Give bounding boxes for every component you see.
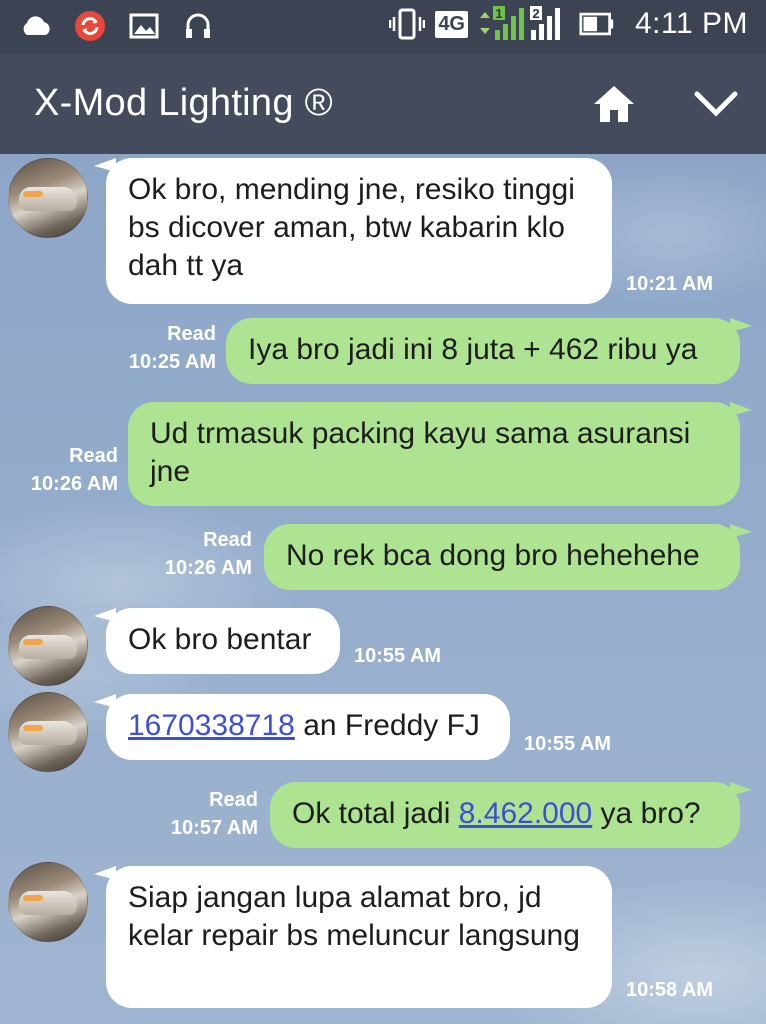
avatar[interactable] xyxy=(8,862,88,942)
message-text: Ud trmasuk packing kayu sama asuransi jn… xyxy=(150,417,691,488)
menu-expand-button[interactable] xyxy=(688,80,744,128)
message-bubble-outgoing[interactable]: Iya bro jadi ini 8 juta + 462 ribu ya xyxy=(226,318,740,384)
message-bubble-incoming[interactable]: Ok bro, mending jne, resiko tinggi bs di… xyxy=(106,158,612,304)
message-time: 10:55 AM xyxy=(354,645,442,667)
svg-text:2: 2 xyxy=(532,6,539,21)
vibrate-icon xyxy=(389,6,426,42)
message-time: 10:57 AM xyxy=(170,817,258,839)
cloud-icon xyxy=(18,8,54,44)
message-bubble-outgoing[interactable]: Ok total jadi 8.462.000 ya bro? xyxy=(270,782,740,848)
message-text: Siap jangan lupa alamat bro, jd kelar re… xyxy=(128,881,580,952)
chat-header: X-Mod Lighting ® xyxy=(0,54,766,154)
sync-icon xyxy=(72,8,108,44)
chat-title[interactable]: X-Mod Lighting ® xyxy=(34,82,333,125)
message-text: Ok bro bentar xyxy=(128,623,312,656)
battery-icon xyxy=(579,6,615,42)
status-bar: 4G 1 2 4:11 PM xyxy=(0,0,766,54)
message-text: Ok total jadi xyxy=(292,797,459,830)
read-status: Read xyxy=(69,445,118,467)
home-icon xyxy=(594,86,634,122)
image-icon xyxy=(126,8,162,44)
svg-text:1: 1 xyxy=(495,6,502,21)
notification-icons xyxy=(18,8,216,44)
home-button[interactable] xyxy=(588,80,640,128)
avatar[interactable] xyxy=(8,606,88,686)
message-time: 10:26 AM xyxy=(164,557,252,579)
message-text: an Freddy FJ xyxy=(294,709,480,742)
read-status: Read xyxy=(203,529,252,551)
message-time: 10:26 AM xyxy=(30,473,118,495)
message-meta: Read 10:57 AM xyxy=(171,786,258,842)
message-bubble-outgoing[interactable]: Ud trmasuk packing kayu sama asuransi jn… xyxy=(128,402,740,506)
message-text: Iya bro jadi ini 8 juta + 462 ribu ya xyxy=(248,333,698,366)
network-type: 4G xyxy=(435,10,468,38)
message-text: No rek bca dong bro hehehehe xyxy=(286,539,700,572)
headset-icon xyxy=(180,8,216,44)
message-time: 10:25 AM xyxy=(128,351,216,373)
avatar[interactable] xyxy=(8,158,88,238)
avatar[interactable] xyxy=(8,692,88,772)
amount-link[interactable]: 8.462.000 xyxy=(459,797,592,830)
message-list[interactable]: Ok bro, mending jne, resiko tinggi bs di… xyxy=(0,154,766,1024)
message-text: ya bro? xyxy=(592,797,701,830)
message-bubble-incoming[interactable]: 1670338718 an Freddy FJ xyxy=(106,694,510,760)
message-meta: Read 10:26 AM xyxy=(31,442,118,498)
message-meta: Read 10:25 AM xyxy=(129,320,216,376)
clock: 4:11 PM xyxy=(635,7,748,40)
message-bubble-incoming[interactable]: Ok bro bentar xyxy=(106,608,340,674)
read-status: Read xyxy=(209,789,258,811)
signal-icon: 1 2 xyxy=(478,6,569,42)
message-time: 10:58 AM xyxy=(626,979,714,1001)
account-number-link[interactable]: 1670338718 xyxy=(128,709,295,742)
message-text: Ok bro, mending jne, resiko tinggi bs di… xyxy=(128,173,575,282)
message-meta: Read 10:26 AM xyxy=(165,526,252,582)
message-bubble-outgoing[interactable]: No rek bca dong bro hehehehe xyxy=(264,524,740,590)
message-time: 10:21 AM xyxy=(626,273,714,295)
chevron-down-icon xyxy=(694,91,738,117)
message-bubble-incoming[interactable]: Siap jangan lupa alamat bro, jd kelar re… xyxy=(106,866,612,1008)
system-status: 4G 1 2 4:11 PM xyxy=(389,6,748,42)
message-time: 10:55 AM xyxy=(524,733,612,755)
read-status: Read xyxy=(167,323,216,345)
